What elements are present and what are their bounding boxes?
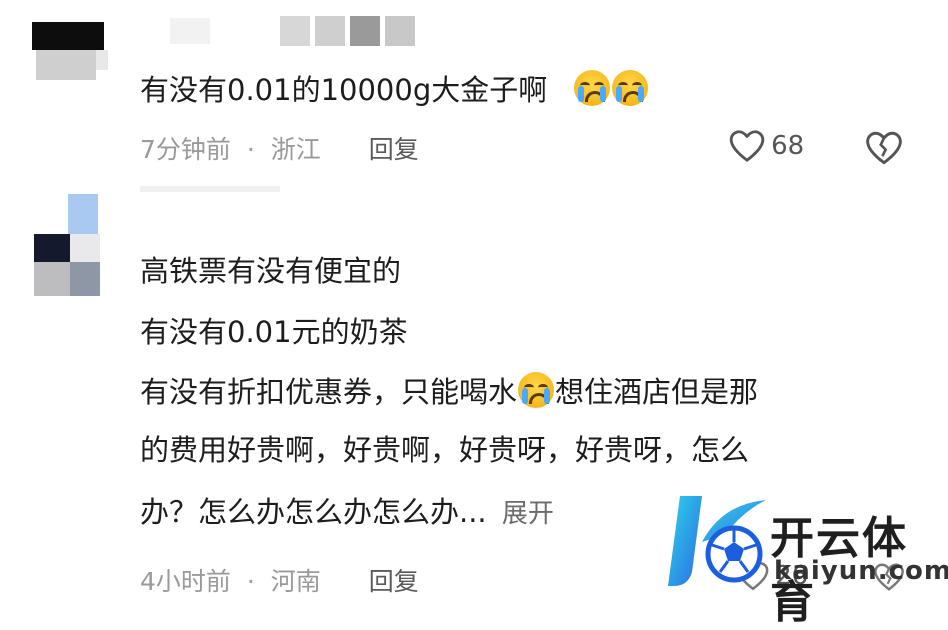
like-button[interactable]: 68: [728, 128, 804, 168]
heart-outline-icon: [729, 130, 765, 162]
meta-separator: ·: [246, 567, 255, 596]
dislike-button[interactable]: [864, 130, 904, 170]
location: 河南: [270, 567, 321, 596]
timestamp: 4小时前: [140, 567, 231, 596]
comment-meta: 7分钟前 · 浙江 回复: [140, 130, 419, 166]
crying-emoji-icon: [518, 372, 555, 408]
comment-1: 有没有0.01的10000g大金子啊 7分钟前 · 浙江 回复 68: [0, 0, 948, 190]
expand-button[interactable]: 展开: [502, 499, 554, 529]
like-count: 68: [771, 131, 805, 161]
comment-line: 有没有折扣优惠券，只能喝水: [140, 375, 518, 409]
comment-line: 有没有0.01元的奶茶: [140, 315, 408, 349]
comment-line: 办？怎么办怎么办怎么办...: [140, 495, 487, 529]
meta-separator: ·: [246, 135, 255, 164]
comment-line: 的费用好贵啊，好贵啊，好贵呀，好贵呀，怎么: [140, 433, 750, 467]
comment-body: 有没有0.01的10000g大金子啊: [140, 73, 548, 107]
avatar[interactable]: [30, 14, 110, 86]
timestamp: 7分钟前: [140, 135, 231, 164]
comment-meta: 4小时前 · 河南 回复: [140, 562, 419, 598]
comment-line: 高铁票有没有便宜的: [140, 254, 402, 288]
comment-line: 想住酒店但是那: [555, 375, 759, 409]
crying-emoji-icon: [574, 70, 611, 106]
comment-line-row: 有没有折扣优惠券，只能喝水 想住酒店但是那: [140, 372, 758, 432]
broken-heart-icon: [866, 131, 902, 165]
watermark: 开云体育 kaiyun.com: [662, 486, 948, 628]
brand-domain: kaiyun.com: [774, 556, 948, 586]
reply-button[interactable]: 回复: [369, 567, 419, 596]
crying-emoji-icon: [612, 70, 649, 106]
location: 浙江: [270, 135, 321, 164]
avatar[interactable]: [30, 194, 110, 304]
comment-text: 有没有0.01的10000g大金子啊: [140, 70, 649, 108]
kaiyun-logo-icon: [668, 496, 766, 586]
username-blurred[interactable]: [170, 14, 420, 48]
reply-button[interactable]: 回复: [369, 135, 419, 164]
